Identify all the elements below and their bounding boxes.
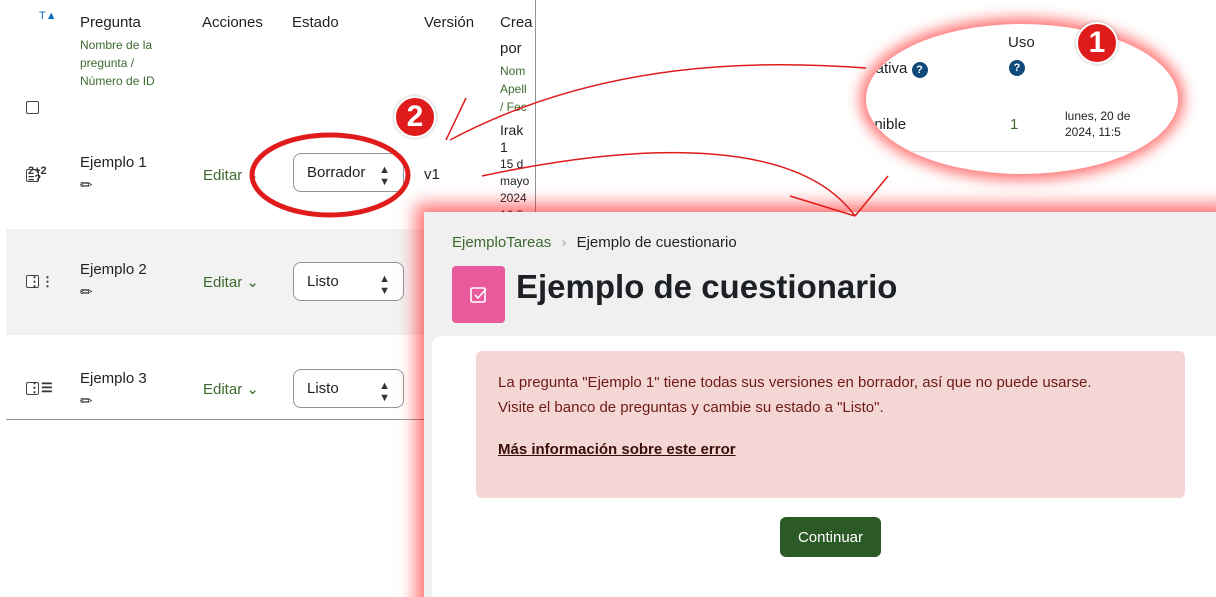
connector-line [449, 63, 867, 141]
connector-line [481, 151, 856, 217]
annotation-overlay [249, 63, 889, 218]
connector-line [854, 175, 889, 217]
annotation-badge-2: 2 [394, 96, 436, 138]
highlight-ellipse [249, 132, 411, 218]
annotation-badge-1: 1 [1076, 22, 1118, 64]
connector-line [789, 195, 856, 217]
